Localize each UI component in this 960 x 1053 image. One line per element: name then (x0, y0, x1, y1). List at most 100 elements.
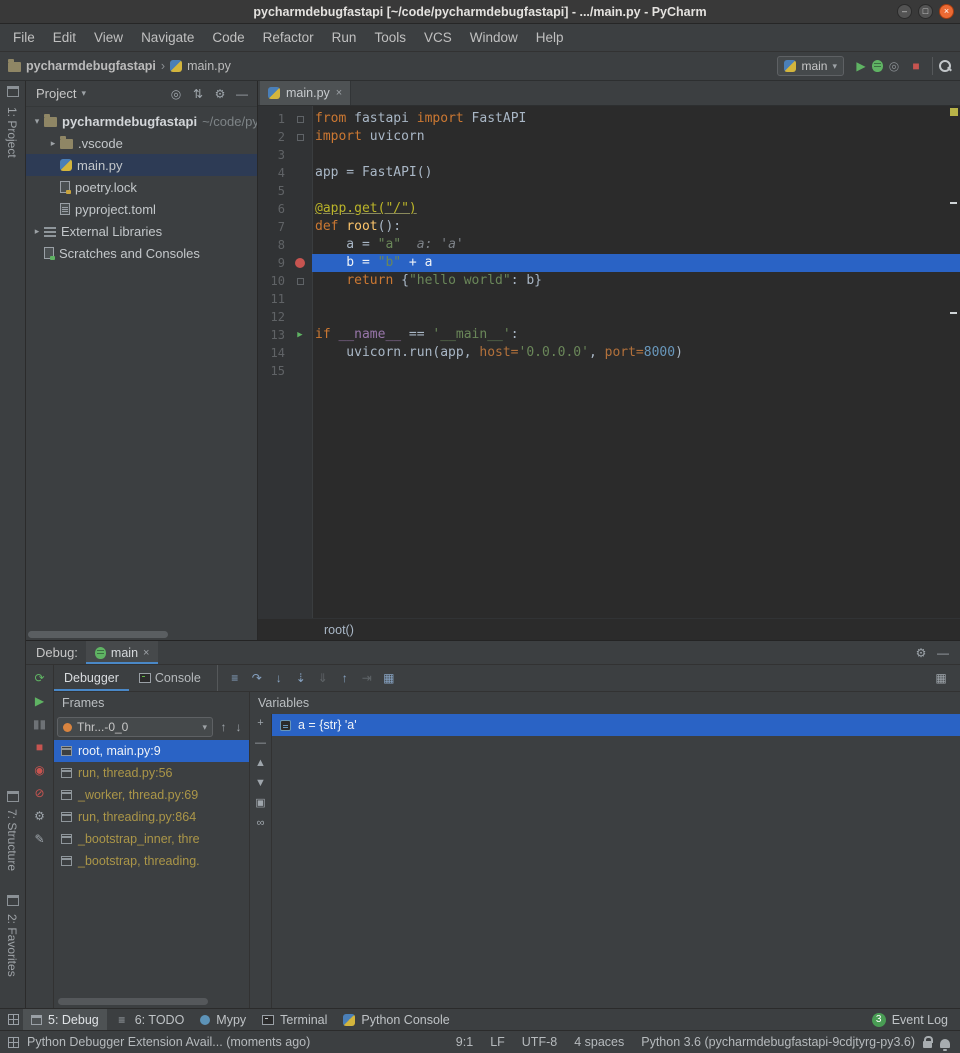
tree-item-pyproject-toml[interactable]: pyproject.toml (26, 198, 257, 220)
mute-breakpoints-icon[interactable]: ⊘ (30, 786, 50, 800)
resume-icon[interactable]: ▶ (30, 694, 50, 708)
previous-frame-icon[interactable]: ↑ (216, 717, 231, 737)
hide-panel-icon[interactable]: — (231, 84, 253, 104)
stop-icon[interactable]: ■ (30, 740, 50, 754)
coverage-button[interactable]: ◎ (883, 56, 905, 76)
search-everywhere-button[interactable] (938, 59, 952, 73)
pin-icon[interactable]: ✎ (30, 832, 50, 846)
stripe-favorites-button[interactable]: 2: Favorites (5, 914, 19, 977)
duplicate-watch-icon[interactable]: ▣ (252, 797, 270, 810)
maximize-button[interactable]: □ (918, 4, 933, 19)
favorites-toolwindow-icon[interactable] (7, 895, 19, 906)
thread-selector[interactable]: Thr...-0_0 ▾ (57, 717, 213, 737)
toolwindow-switcher-icon[interactable] (8, 1014, 19, 1025)
close-icon[interactable]: × (143, 647, 149, 659)
debug-session-tab[interactable]: main × (86, 641, 159, 664)
status-widget-lf[interactable]: LF (490, 1035, 505, 1049)
view-breakpoints-grid-icon[interactable]: ▦ (378, 668, 400, 688)
project-view-selector[interactable]: Project ▾ (36, 86, 86, 101)
breadcrumb-item-main-py[interactable]: main.py (170, 59, 231, 73)
layout-icon[interactable]: ≡ (224, 668, 246, 688)
status-message[interactable]: Python Debugger Extension Avail... (mome… (27, 1035, 310, 1049)
status-widget-python-3-6-pycharmdebugfastapi-9cdjtyrg-py3-6[interactable]: Python 3.6 (pycharmdebugfastapi-9cdjtyrg… (641, 1035, 915, 1049)
structure-toolwindow-icon[interactable] (7, 791, 19, 802)
rerun-debug-icon[interactable]: ⟳ (30, 671, 50, 685)
stack-frame[interactable]: _bootstrap_inner, thre (54, 828, 249, 850)
fold-icon[interactable] (288, 116, 312, 123)
menu-code[interactable]: Code (203, 24, 253, 51)
stop-button[interactable]: ■ (905, 56, 927, 76)
run-button[interactable]: ▶ (850, 56, 872, 76)
project-horizontal-scrollbar[interactable] (28, 631, 168, 638)
title-bar[interactable]: pycharmdebugfastapi [~/code/pycharmdebug… (0, 0, 960, 24)
tree-item-poetry-lock[interactable]: poetry.lock (26, 176, 257, 198)
stripe-project-button[interactable]: 1: Project (5, 107, 19, 158)
stack-frame[interactable]: root, main.py:9 (54, 740, 249, 762)
tree-collapse-icon[interactable]: ▾ (30, 116, 44, 127)
pause-icon[interactable]: ▮▮ (30, 717, 50, 731)
menu-view[interactable]: View (85, 24, 132, 51)
status-widget-utf-8[interactable]: UTF-8 (522, 1035, 557, 1049)
toolwindow-button-5-debug[interactable]: 5: Debug (23, 1009, 107, 1030)
toolwindow-button-terminal[interactable]: Terminal (254, 1009, 335, 1030)
stack-frame[interactable]: _worker, thread.py:69 (54, 784, 249, 806)
tree-item-main-py[interactable]: main.py (26, 154, 257, 176)
stack-frame[interactable]: _bootstrap, threading. (54, 850, 249, 872)
menu-tools[interactable]: Tools (365, 24, 415, 51)
settings-icon[interactable]: ⚙ (209, 84, 231, 104)
stack-frame[interactable]: run, threading.py:864 (54, 806, 249, 828)
editor-tab-main-py[interactable]: main.py × (260, 81, 351, 105)
menu-vcs[interactable]: VCS (415, 24, 461, 51)
editor-breadcrumb[interactable]: root() (258, 618, 960, 640)
restore-layout-icon[interactable]: ▦ (930, 668, 952, 688)
editor-scrollbar[interactable] (947, 106, 960, 618)
show-return-values-icon[interactable]: ∞ (252, 817, 270, 830)
menu-refactor[interactable]: Refactor (254, 24, 323, 51)
force-step-into-icon[interactable]: ⇓ (312, 668, 334, 688)
step-into-icon[interactable]: ↓ (268, 668, 290, 688)
debug-button[interactable] (872, 60, 883, 72)
close-icon[interactable]: × (336, 87, 342, 99)
move-watch-down-icon[interactable]: ▼ (252, 777, 270, 790)
debug-settings-icon[interactable]: ⚙ (910, 643, 932, 663)
fold-icon[interactable] (288, 278, 312, 285)
hide-debug-panel-icon[interactable]: — (932, 643, 954, 663)
menu-window[interactable]: Window (461, 24, 527, 51)
tab-debugger[interactable]: Debugger (54, 665, 129, 691)
quick-access-icon[interactable] (8, 1037, 19, 1048)
toolwindow-button-python-console[interactable]: Python Console (335, 1009, 457, 1030)
stack-frame[interactable]: run, thread.py:56 (54, 762, 249, 784)
debugger-settings-icon[interactable]: ⚙ (30, 809, 50, 823)
menu-navigate[interactable]: Navigate (132, 24, 203, 51)
view-breakpoints-icon[interactable]: ◉ (30, 763, 50, 777)
tree-item-pycharmdebugfastapi[interactable]: ▾pycharmdebugfastapi~/code/pycharmdebugf… (26, 110, 257, 132)
stripe-structure-button[interactable]: 7: Structure (5, 809, 19, 871)
tree-expand-icon[interactable]: ▸ (46, 138, 60, 149)
frames-horizontal-scrollbar[interactable] (58, 998, 208, 1005)
run-gutter-icon[interactable]: ▶ (288, 326, 312, 344)
variable-row[interactable]: a = {str} 'a' (272, 714, 960, 736)
lock-icon[interactable] (923, 1041, 932, 1048)
step-into-my-code-icon[interactable]: ⇣ (290, 668, 312, 688)
code-editor[interactable]: 1from fastapi import FastAPI2import uvic… (258, 106, 960, 618)
locate-file-icon[interactable]: ◎ (165, 84, 187, 104)
menu-file[interactable]: File (4, 24, 44, 51)
menu-edit[interactable]: Edit (44, 24, 85, 51)
fold-icon[interactable] (288, 134, 312, 141)
tree-item-external-libraries[interactable]: ▸External Libraries (26, 220, 257, 242)
breadcrumb-item-pycharmdebugfastapi[interactable]: pycharmdebugfastapi (8, 59, 156, 73)
toolwindow-button-6-todo[interactable]: ≡6: TODO (107, 1009, 193, 1030)
toolwindow-button-mypy[interactable]: Mypy (192, 1009, 254, 1030)
step-over-icon[interactable]: ↷ (246, 668, 268, 688)
add-watch-icon[interactable]: + (252, 717, 270, 730)
tree-expand-icon[interactable]: ▸ (30, 226, 44, 237)
menu-help[interactable]: Help (527, 24, 573, 51)
run-to-cursor-icon[interactable]: ⇥ (356, 668, 378, 688)
move-watch-up-icon[interactable]: ▲ (252, 757, 270, 770)
event-log-button[interactable]: 3 Event Log (872, 1013, 952, 1027)
tab-console[interactable]: Console (129, 665, 211, 691)
breakpoint-icon[interactable] (288, 258, 312, 268)
run-configuration-selector[interactable]: main ▾ (777, 56, 844, 76)
tree-item-vscode[interactable]: ▸.vscode (26, 132, 257, 154)
menu-run[interactable]: Run (323, 24, 366, 51)
